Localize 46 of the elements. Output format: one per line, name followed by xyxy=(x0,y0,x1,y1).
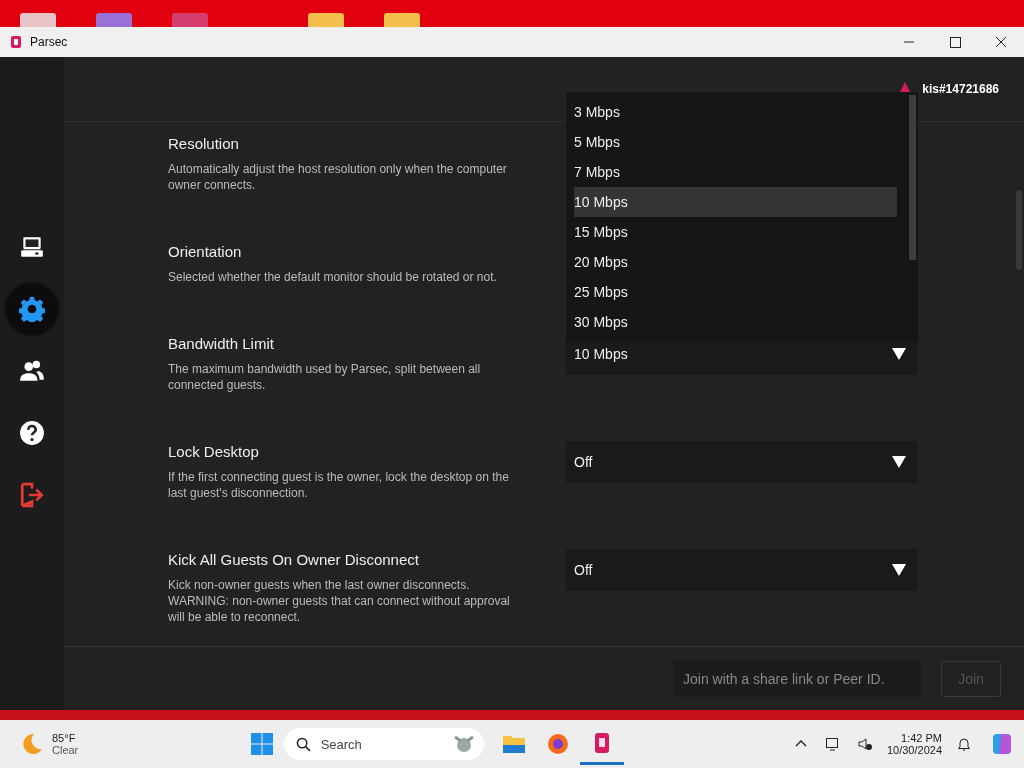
setting-title: Orientation xyxy=(168,242,243,262)
window-title: Parsec xyxy=(30,35,68,49)
scrollbar-thumb[interactable] xyxy=(1016,190,1022,270)
caret-icon xyxy=(892,456,906,468)
speaker-muted-icon[interactable] xyxy=(856,736,873,752)
help-icon xyxy=(19,420,45,446)
setting-title: Kick All Guests On Owner Disconnect xyxy=(168,550,420,570)
start-icon[interactable] xyxy=(249,732,274,756)
settings-nav-item[interactable] xyxy=(6,283,58,335)
computer-icon xyxy=(19,234,45,260)
assistant-icon[interactable] xyxy=(990,732,1014,756)
setting-description: Kick non-owner guests when the last owner disconnects. WARNING: non-owner guests that can connect without approval will be able to reconnect. xyxy=(168,577,511,625)
setting-title: Bandwidth Limit xyxy=(168,334,275,354)
monitor-icon[interactable] xyxy=(824,736,841,752)
caret-icon xyxy=(892,564,906,576)
dropdown-option[interactable]: 15 Mbps xyxy=(574,217,897,247)
setting-description: Automatically adjust the host resolution only when the computer owner connects. xyxy=(168,161,508,193)
setting-title: Lock Desktop xyxy=(168,442,260,462)
username[interactable]: kis#14721686 xyxy=(922,82,999,96)
gear-icon xyxy=(19,296,45,322)
app-logo-icon xyxy=(10,35,22,49)
logout-icon xyxy=(19,482,45,508)
taskbar-search-field[interactable]: Search xyxy=(283,728,484,760)
dropdown-option[interactable]: 5 Mbps xyxy=(574,127,897,157)
setting-dropdown[interactable]: Off xyxy=(566,549,918,591)
join-input-field[interactable]: Join with a share link or Peer ID. xyxy=(673,660,921,697)
weather-condition: Clear xyxy=(52,744,79,756)
caret-icon xyxy=(892,348,906,360)
browser-icon[interactable] xyxy=(545,732,570,756)
dropdown-option[interactable]: 3 Mbps xyxy=(574,97,897,127)
dropdown-option[interactable]: 25 Mbps xyxy=(574,277,897,307)
moon-icon xyxy=(20,732,44,756)
setting-description: Selected whether the default monitor should be rotated or not. xyxy=(168,269,498,285)
search-icon xyxy=(295,736,311,752)
setting-title: Resolution xyxy=(168,134,240,154)
dropdown-option[interactable]: 20 Mbps xyxy=(574,247,897,277)
setting-description: If the first connecting guest is the owner, lock the desktop on the last guest's disconnection. xyxy=(168,469,510,501)
setting-description: The maximum bandwidth used by Parsec, split between all connected guests. xyxy=(168,361,482,393)
clock[interactable]: 1:42 PM 10/30/2024 xyxy=(886,732,942,756)
dropdown-option[interactable]: 7 Mbps xyxy=(574,157,897,187)
dropdown-option[interactable]: 10 Mbps xyxy=(574,187,897,217)
weather-temperature: 85°F xyxy=(52,732,77,744)
setting-dropdown[interactable]: Off xyxy=(566,441,918,483)
bell-icon[interactable] xyxy=(956,736,972,752)
people-icon xyxy=(19,358,45,384)
scrollbar-thumb[interactable] xyxy=(909,95,916,260)
